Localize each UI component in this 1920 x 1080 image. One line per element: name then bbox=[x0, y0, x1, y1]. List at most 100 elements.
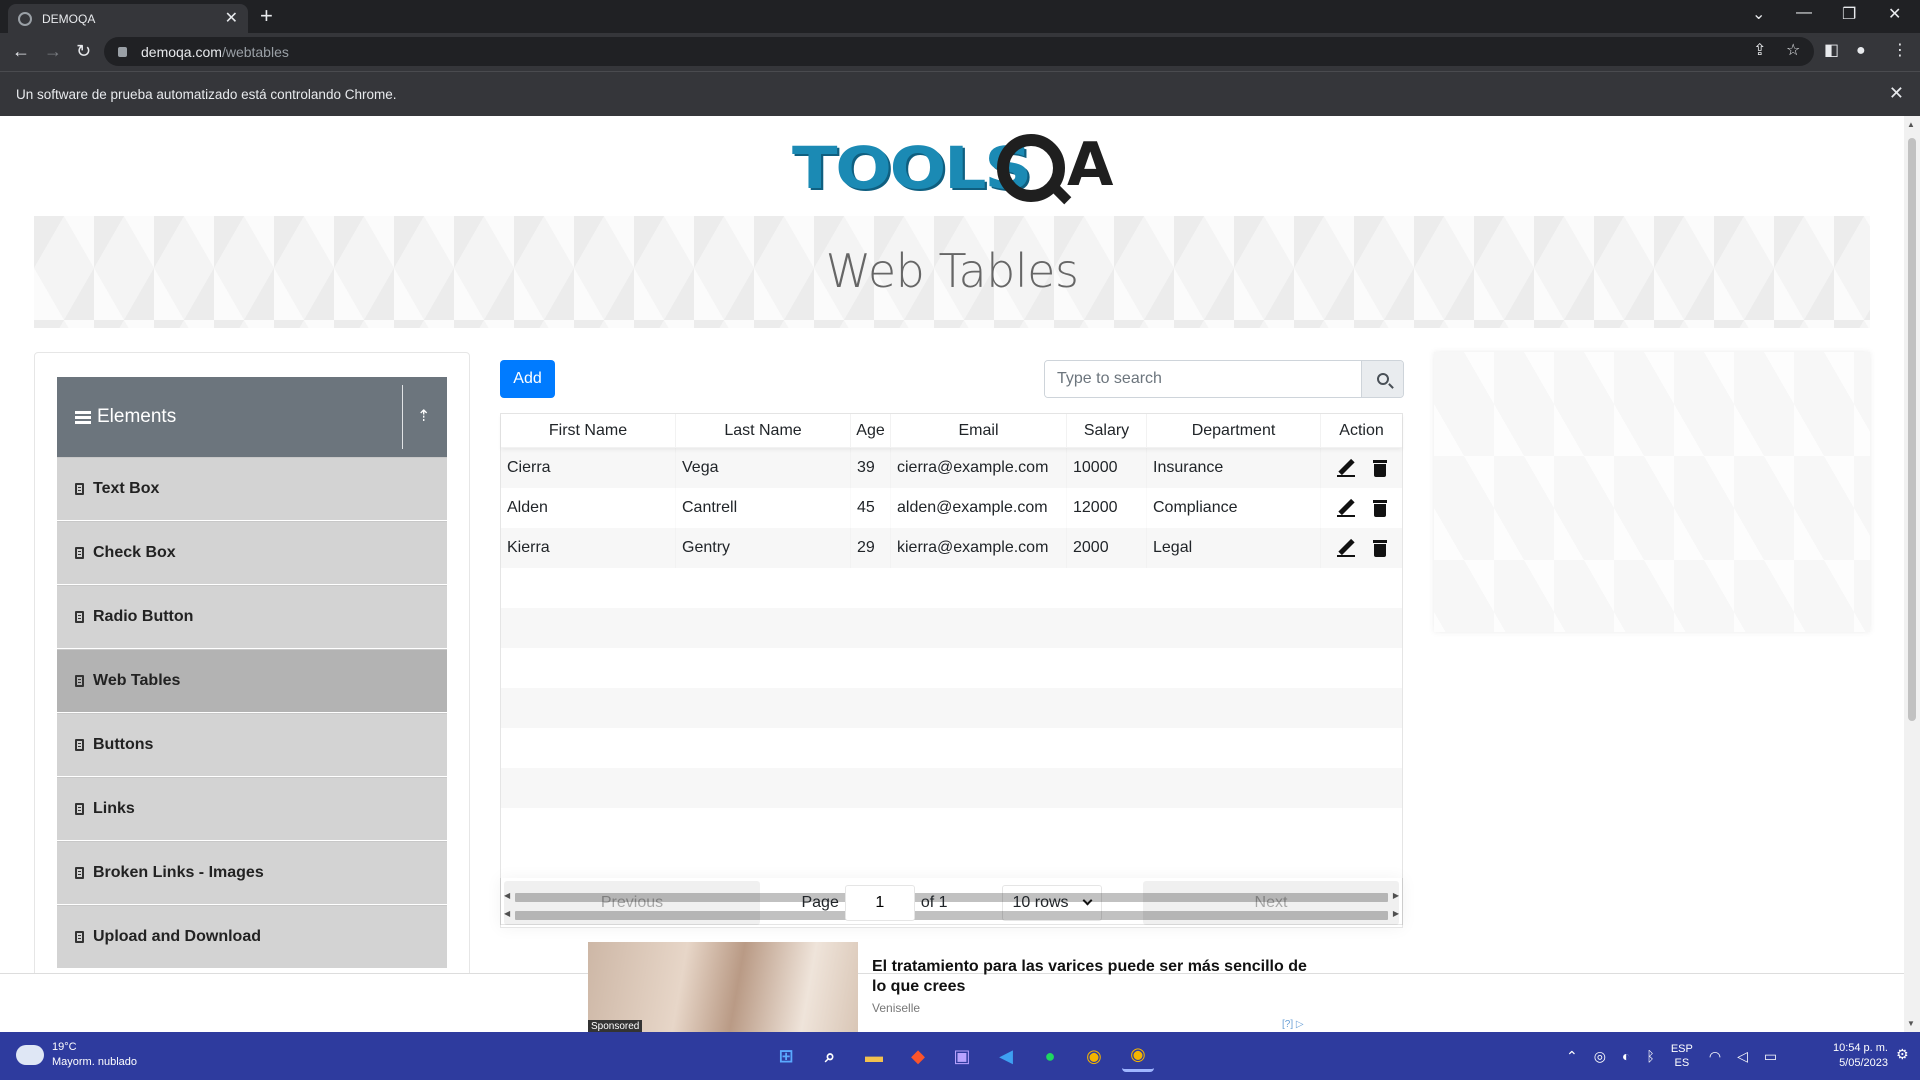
sidebar-item-upload-download[interactable]: Upload and Download bbox=[57, 905, 447, 969]
ad-choices-icon[interactable]: [?] ▷ bbox=[1282, 1019, 1304, 1030]
back-icon[interactable]: ← bbox=[12, 41, 30, 61]
input-language[interactable]: ESP ES bbox=[1671, 1042, 1693, 1070]
add-button[interactable]: Add bbox=[500, 360, 555, 398]
column-header-first-name[interactable]: First Name bbox=[501, 414, 676, 447]
sidebar-item-label: Links bbox=[93, 800, 135, 817]
edit-pencil-icon[interactable] bbox=[1336, 499, 1355, 517]
os-taskbar: 19°C Mayorm. nublado ⊞ ⌕ ▬ ◆ ▣ ◀ ● ◉ ◉ ⌃… bbox=[0, 1032, 1920, 1080]
cell-salary: 12000 bbox=[1073, 499, 1118, 516]
close-window-icon[interactable]: ✕ bbox=[1888, 4, 1901, 24]
forward-icon[interactable]: → bbox=[44, 41, 62, 61]
sidebar-item-radio-button[interactable]: Radio Button bbox=[57, 585, 447, 649]
sidebar-item-broken-links[interactable]: Broken Links - Images bbox=[57, 841, 447, 905]
group-title: Elements bbox=[97, 406, 177, 427]
search-box bbox=[1044, 360, 1404, 398]
column-header-age[interactable]: Age bbox=[851, 414, 891, 447]
ad-headline[interactable]: El tratamiento para las varices puede se… bbox=[872, 957, 1322, 997]
clock[interactable]: 10:54 p. m. 5/05/2023 bbox=[1810, 1041, 1888, 1071]
side-panel-icon[interactable]: ◧ bbox=[1824, 42, 1839, 60]
share-icon[interactable]: ⇪ bbox=[1753, 42, 1766, 60]
scroll-down-icon[interactable]: ▼ bbox=[1907, 1019, 1915, 1028]
bookmark-star-icon[interactable]: ☆ bbox=[1786, 42, 1800, 60]
cell-last-name: Gentry bbox=[682, 539, 731, 556]
hamburger-icon bbox=[75, 410, 91, 424]
table-row: Kierra Gentry 29 kierra@example.com 2000… bbox=[501, 528, 1402, 568]
sidebar-item-links[interactable]: Links bbox=[57, 777, 447, 841]
sidebar-item-web-tables[interactable]: Web Tables bbox=[57, 649, 447, 713]
next-button[interactable]: Next bbox=[1143, 880, 1399, 925]
column-header-email[interactable]: Email bbox=[891, 414, 1067, 447]
bluetooth-icon[interactable]: ᛒ bbox=[1646, 1048, 1654, 1064]
logo-text: TOOLS bbox=[792, 134, 1032, 202]
sidebar-item-check-box[interactable]: Check Box bbox=[57, 521, 447, 585]
edit-pencil-icon[interactable] bbox=[1336, 539, 1355, 557]
close-infobar-icon[interactable]: ✕ bbox=[1889, 83, 1904, 104]
wifi-icon[interactable]: ◠ bbox=[1709, 1048, 1721, 1065]
empty-row bbox=[501, 568, 1402, 608]
volume-icon[interactable]: ◁ bbox=[1737, 1048, 1748, 1065]
brave-browser-icon[interactable]: ◆ bbox=[902, 1040, 934, 1072]
left-panel: Elements ⇡ Text Box Check Box Radio Butt… bbox=[34, 352, 470, 1032]
elements-group-header[interactable]: Elements ⇡ bbox=[57, 377, 447, 457]
previous-button[interactable]: Previous bbox=[504, 880, 760, 925]
new-tab-icon[interactable]: + bbox=[260, 5, 273, 27]
list-icon bbox=[75, 803, 84, 815]
weather-widget[interactable]: 19°C Mayorm. nublado bbox=[16, 1039, 137, 1070]
tray-app-icon[interactable]: ◐ bbox=[1622, 1048, 1630, 1064]
cell-email: cierra@example.com bbox=[897, 459, 1049, 476]
empty-row bbox=[501, 608, 1402, 648]
page-total: of 1 bbox=[920, 893, 948, 911]
minimize-icon[interactable]: — bbox=[1796, 4, 1812, 22]
chrome-active-icon[interactable]: ◉ bbox=[1122, 1040, 1154, 1072]
sidebar-item-text-box[interactable]: Text Box bbox=[57, 457, 447, 521]
ad-text[interactable]: El tratamiento para las varices puede se… bbox=[872, 957, 1322, 1015]
file-explorer-icon[interactable]: ▬ bbox=[858, 1040, 890, 1072]
search-button[interactable] bbox=[1361, 361, 1403, 397]
url-field[interactable]: demoqa.com/webtables bbox=[104, 37, 1814, 66]
browser-tab[interactable]: DEMOQA ✕ bbox=[8, 4, 248, 33]
ad-image[interactable]: Sponsored bbox=[588, 942, 858, 1033]
list-icon bbox=[75, 483, 84, 495]
restore-icon[interactable]: ❐ bbox=[1842, 4, 1856, 24]
delete-trash-icon[interactable] bbox=[1372, 499, 1387, 517]
rows-per-page-select[interactable]: 10 rows bbox=[1001, 884, 1102, 921]
column-header-last-name[interactable]: Last Name bbox=[676, 414, 851, 447]
toolsqa-logo[interactable]: TOOLS A bbox=[792, 128, 1113, 208]
vscode-icon[interactable]: ◀ bbox=[990, 1040, 1022, 1072]
profile-icon[interactable]: ● bbox=[1856, 42, 1866, 60]
delete-trash-icon[interactable] bbox=[1372, 539, 1387, 557]
battery-icon[interactable]: ▭ bbox=[1764, 1048, 1777, 1065]
search-input[interactable] bbox=[1045, 361, 1361, 397]
lock-icon bbox=[118, 46, 127, 57]
search-icon[interactable]: ⌕ bbox=[814, 1040, 846, 1072]
cell-age: 29 bbox=[857, 539, 875, 556]
page-scrollbar[interactable]: ▲ ▼ bbox=[1904, 116, 1920, 1032]
cell-last-name: Cantrell bbox=[682, 499, 738, 516]
edit-pencil-icon[interactable] bbox=[1336, 459, 1355, 477]
cell-first-name: Cierra bbox=[507, 459, 551, 476]
sidebar-item-label: Upload and Download bbox=[93, 928, 261, 945]
weather-text: 19°C Mayorm. nublado bbox=[52, 1040, 137, 1070]
empty-row bbox=[501, 808, 1402, 848]
collapse-up-icon[interactable]: ⇡ bbox=[417, 409, 430, 425]
spotify-icon[interactable]: ● bbox=[1034, 1040, 1066, 1072]
app-icon[interactable]: ▣ bbox=[946, 1040, 978, 1072]
delete-trash-icon[interactable] bbox=[1372, 459, 1387, 477]
notifications-icon[interactable]: ⚙ bbox=[1896, 1046, 1909, 1063]
windows-start-icon[interactable]: ⊞ bbox=[770, 1040, 802, 1072]
date: 5/05/2023 bbox=[1839, 1057, 1888, 1069]
close-tab-icon[interactable]: ✕ bbox=[225, 10, 238, 27]
menu-dots-icon[interactable]: ⋮ bbox=[1892, 42, 1908, 60]
tray-app-icon[interactable]: ◎ bbox=[1594, 1048, 1606, 1065]
page-label: Page bbox=[801, 893, 839, 911]
column-header-department[interactable]: Department bbox=[1147, 414, 1321, 447]
show-hidden-icons-chevron-icon[interactable]: ⌃ bbox=[1566, 1048, 1578, 1065]
scroll-up-icon[interactable]: ▲ bbox=[1907, 120, 1915, 129]
page-scrollbar-thumb[interactable] bbox=[1908, 138, 1916, 721]
reload-icon[interactable]: ↻ bbox=[76, 41, 91, 61]
page-number-input[interactable] bbox=[844, 884, 915, 921]
chrome-icon[interactable]: ◉ bbox=[1078, 1040, 1110, 1072]
tab-search-icon[interactable]: ⌄ bbox=[1752, 4, 1765, 24]
column-header-salary[interactable]: Salary bbox=[1067, 414, 1147, 447]
sidebar-item-buttons[interactable]: Buttons bbox=[57, 713, 447, 777]
